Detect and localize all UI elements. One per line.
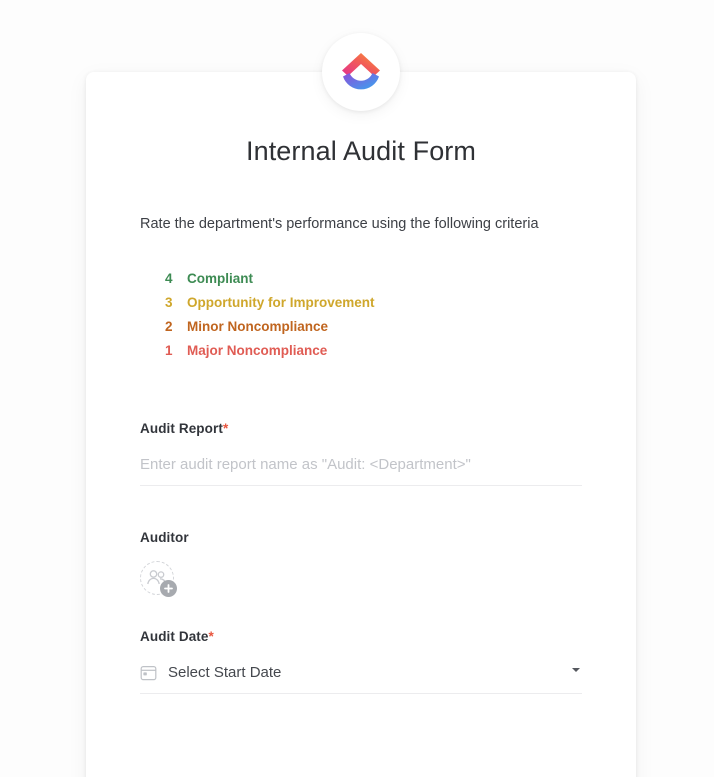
audit-report-input[interactable]: Enter audit report name as "Audit: <Depa… xyxy=(140,456,582,487)
legend-label: Opportunity for Improvement xyxy=(187,295,375,311)
add-assignee-icon[interactable] xyxy=(140,561,177,598)
audit-date-label: Audit Date* xyxy=(140,629,582,644)
audit-report-label-text: Audit Report xyxy=(140,421,223,437)
field-auditor: Auditor xyxy=(140,530,582,598)
form-description: Rate the department's performance using … xyxy=(140,216,539,232)
legend-item: 3 Opportunity for Improvement xyxy=(140,295,582,319)
auditor-label: Auditor xyxy=(140,530,582,545)
audit-report-placeholder: Enter audit report name as "Audit: <Depa… xyxy=(140,456,471,474)
calendar-icon xyxy=(140,664,157,681)
legend-label: Compliant xyxy=(187,271,253,287)
legend-score: 1 xyxy=(165,343,173,359)
required-marker: * xyxy=(222,421,229,437)
chevron-down-icon[interactable] xyxy=(572,668,580,673)
audit-date-label-text: Audit Date xyxy=(140,629,209,645)
legend-score: 4 xyxy=(165,271,173,287)
audit-report-label: Audit Report* xyxy=(140,421,582,436)
clickup-logo-badge xyxy=(322,33,400,111)
rating-scale-legend: 4 Compliant 3 Opportunity for Improvemen… xyxy=(140,234,582,367)
auditor-label-text: Auditor xyxy=(140,530,189,546)
audit-date-input[interactable]: Select Start Date xyxy=(140,664,582,695)
audit-date-placeholder: Select Start Date xyxy=(168,664,282,682)
legend-label: Major Noncompliance xyxy=(187,343,328,359)
legend-score: 2 xyxy=(165,319,173,335)
audit-form-card: Internal Audit Form Rate the department'… xyxy=(86,72,636,777)
required-marker: * xyxy=(208,629,214,645)
legend-item: 4 Compliant xyxy=(140,271,582,295)
legend-item: 2 Minor Noncompliance xyxy=(140,319,582,343)
legend-label: Minor Noncompliance xyxy=(187,319,329,335)
legend-item: 1 Major Noncompliance xyxy=(140,343,582,367)
field-audit-date: Audit Date* Select Start Date xyxy=(140,629,582,695)
legend-score: 3 xyxy=(165,295,173,311)
field-audit-report: Audit Report* Enter audit report name as… xyxy=(140,421,582,487)
clickup-logo-icon xyxy=(338,51,384,93)
form-page: Internal Audit Form Rate the department'… xyxy=(0,0,714,777)
